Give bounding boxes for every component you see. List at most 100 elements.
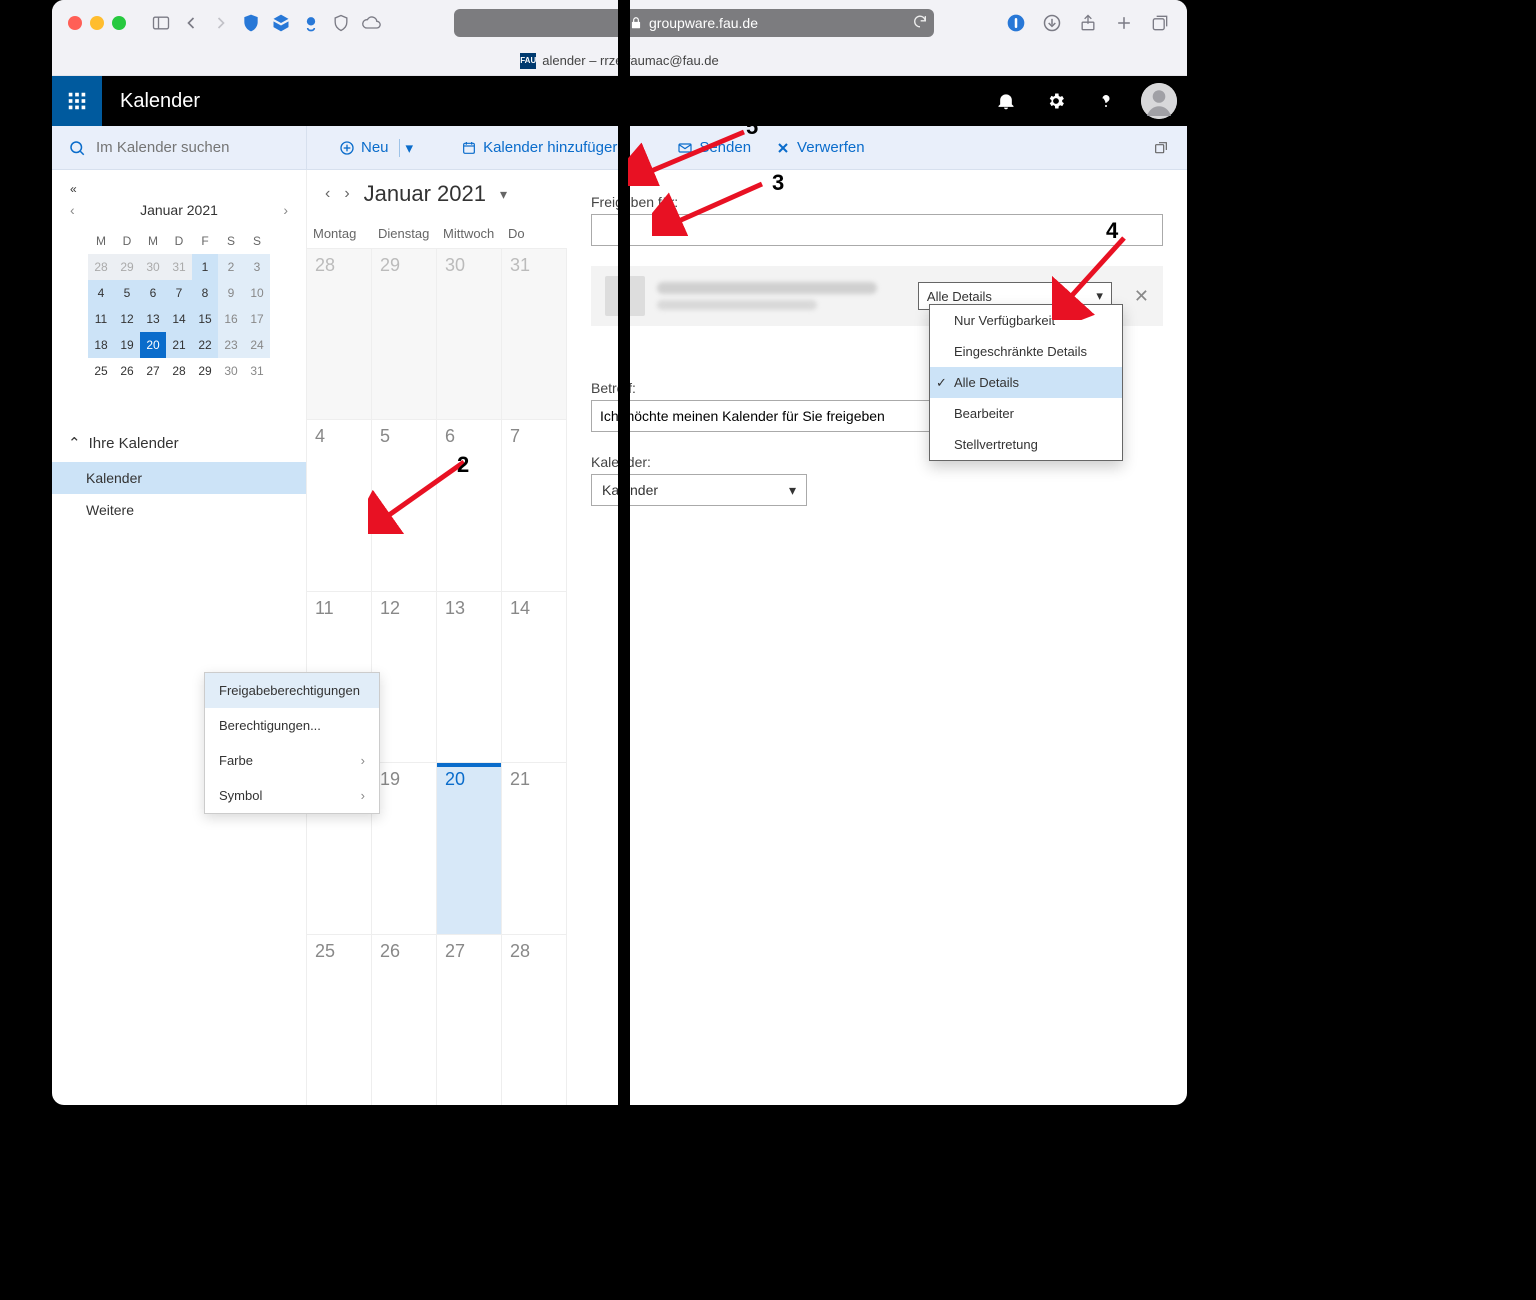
day-cell[interactable]: 31 <box>502 249 567 419</box>
permission-option[interactable]: Nur Verfügbarkeit <box>930 305 1122 336</box>
calendar-search[interactable] <box>52 126 307 169</box>
month-grid[interactable]: MontagDienstagMittwochDo2829303145671112… <box>307 218 567 1105</box>
mini-day-cell[interactable]: 21 <box>166 332 192 358</box>
sidebar-toggle-icon[interactable] <box>150 12 172 34</box>
mini-day-cell[interactable]: 31 <box>244 358 270 384</box>
remove-recipient-icon[interactable]: ✕ <box>1134 286 1149 307</box>
mini-calendar[interactable]: MDMDFSS282930311234567891011121314151617… <box>52 228 306 384</box>
mini-day-cell[interactable]: 26 <box>114 358 140 384</box>
chevron-down-icon[interactable]: ▾ <box>500 186 507 203</box>
mini-day-cell[interactable]: 3 <box>244 254 270 280</box>
permission-option[interactable]: Alle Details <box>930 367 1122 398</box>
close-dot[interactable] <box>68 16 82 30</box>
popout-icon[interactable] <box>1153 140 1169 156</box>
mini-day-cell[interactable]: 5 <box>114 280 140 306</box>
mini-day-cell[interactable]: 10 <box>244 280 270 306</box>
day-cell[interactable]: 28 <box>502 935 567 1105</box>
mini-day-cell[interactable]: 28 <box>88 254 114 280</box>
mini-day-cell[interactable]: 18 <box>88 332 114 358</box>
ext-1password-icon[interactable] <box>1005 12 1027 34</box>
mini-day-cell[interactable]: 30 <box>218 358 244 384</box>
mini-day-cell[interactable]: 15 <box>192 306 218 332</box>
mini-day-cell[interactable]: 4 <box>88 280 114 306</box>
day-cell[interactable]: 13 <box>437 592 502 762</box>
new-button[interactable]: Neu ▾ <box>327 126 425 169</box>
day-cell[interactable]: 7 <box>502 420 567 590</box>
help-icon[interactable] <box>1081 76 1131 126</box>
user-avatar[interactable] <box>1141 83 1177 119</box>
cloud-icon[interactable] <box>360 12 382 34</box>
new-tab-icon[interactable] <box>1113 12 1135 34</box>
reload-icon[interactable] <box>912 14 928 33</box>
mini-day-cell[interactable]: 11 <box>88 306 114 332</box>
mini-day-cell[interactable]: 14 <box>166 306 192 332</box>
mini-double-back-icon[interactable]: « <box>70 182 77 196</box>
ext-bug-icon[interactable] <box>300 12 322 34</box>
day-cell[interactable]: 27 <box>437 935 502 1105</box>
mini-day-cell[interactable]: 19 <box>114 332 140 358</box>
day-cell[interactable]: 14 <box>502 592 567 762</box>
settings-icon[interactable] <box>1031 76 1081 126</box>
day-cell[interactable]: 29 <box>372 249 437 419</box>
ctx-share-permissions[interactable]: Freigabeberechtigungen <box>205 673 379 708</box>
permission-option[interactable]: Eingeschränkte Details <box>930 336 1122 367</box>
nav-forward-icon[interactable] <box>210 12 232 34</box>
day-cell[interactable]: 4 <box>307 420 372 590</box>
mini-day-cell[interactable]: 6 <box>140 280 166 306</box>
day-cell[interactable]: 6 <box>437 420 502 590</box>
mini-day-cell[interactable]: 23 <box>218 332 244 358</box>
mini-day-cell[interactable]: 24 <box>244 332 270 358</box>
day-cell[interactable]: 28 <box>307 249 372 419</box>
ctx-symbol[interactable]: Symbol› <box>205 778 379 813</box>
privacy-shield-icon[interactable] <box>330 12 352 34</box>
mini-day-cell[interactable]: 7 <box>166 280 192 306</box>
ctx-permissions[interactable]: Berechtigungen... <box>205 708 379 743</box>
mini-day-cell[interactable]: 29 <box>192 358 218 384</box>
tab-title[interactable]: alender – rrze-faumac@fau.de <box>542 53 719 68</box>
mini-day-cell[interactable]: 27 <box>140 358 166 384</box>
day-cell[interactable]: 21 <box>502 763 567 933</box>
day-cell[interactable]: 25 <box>307 935 372 1105</box>
share-icon[interactable] <box>1077 12 1099 34</box>
month-prev-icon[interactable]: ‹ <box>325 185 330 203</box>
day-cell[interactable]: 20 <box>437 763 502 933</box>
day-cell[interactable]: 30 <box>437 249 502 419</box>
sidebar-item-kalender[interactable]: Kalender <box>52 462 306 494</box>
app-launcher-icon[interactable] <box>52 76 102 126</box>
permission-option[interactable]: Bearbeiter <box>930 398 1122 429</box>
ext-cube-icon[interactable] <box>270 12 292 34</box>
notifications-icon[interactable] <box>981 76 1031 126</box>
mini-day-cell[interactable]: 25 <box>88 358 114 384</box>
mini-day-cell[interactable]: 20 <box>140 332 166 358</box>
mini-next-month-icon[interactable]: › <box>283 202 288 218</box>
new-split-chevron[interactable]: ▾ <box>399 139 414 157</box>
ext-shield-icon[interactable] <box>240 12 262 34</box>
day-cell[interactable]: 19 <box>372 763 437 933</box>
nav-back-icon[interactable] <box>180 12 202 34</box>
mini-day-cell[interactable]: 29 <box>114 254 140 280</box>
mini-day-cell[interactable]: 28 <box>166 358 192 384</box>
mini-day-cell[interactable]: 1 <box>192 254 218 280</box>
minimize-dot[interactable] <box>90 16 104 30</box>
mini-day-cell[interactable]: 13 <box>140 306 166 332</box>
share-with-input[interactable] <box>591 214 1163 246</box>
tabs-overview-icon[interactable] <box>1149 12 1171 34</box>
mini-day-cell[interactable]: 2 <box>218 254 244 280</box>
day-cell[interactable]: 26 <box>372 935 437 1105</box>
mini-day-cell[interactable]: 22 <box>192 332 218 358</box>
url-bar[interactable]: groupware.fau.de <box>454 9 934 37</box>
permission-option[interactable]: Stellvertretung <box>930 429 1122 460</box>
sidebar-section-your-calendars[interactable]: ⌃ Ihre Kalender <box>52 424 306 462</box>
mini-prev-month-icon[interactable]: ‹ <box>70 202 75 218</box>
downloads-icon[interactable] <box>1041 12 1063 34</box>
mini-day-cell[interactable]: 17 <box>244 306 270 332</box>
mini-day-cell[interactable]: 8 <box>192 280 218 306</box>
mini-day-cell[interactable]: 12 <box>114 306 140 332</box>
discard-button[interactable]: Verwerfen <box>763 126 877 169</box>
subject-input[interactable] <box>591 400 941 432</box>
mini-day-cell[interactable]: 30 <box>140 254 166 280</box>
mini-day-cell[interactable]: 9 <box>218 280 244 306</box>
month-title[interactable]: Januar 2021 <box>364 181 486 207</box>
day-cell[interactable]: 5 <box>372 420 437 590</box>
month-next-icon[interactable]: › <box>344 185 349 203</box>
